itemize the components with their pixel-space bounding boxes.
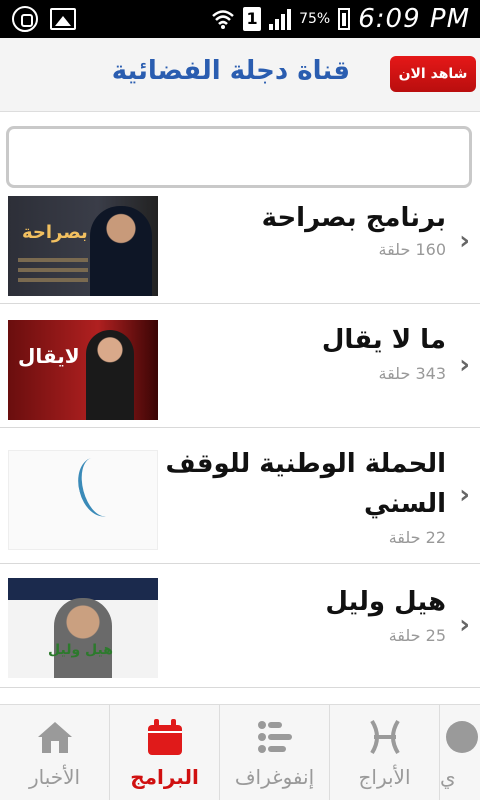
home-icon bbox=[37, 722, 72, 753]
list-icon bbox=[257, 721, 292, 753]
wifi-icon bbox=[212, 10, 234, 29]
chevron-right-icon: › bbox=[459, 350, 470, 380]
list-item[interactable]: ما لايقال ما لا يقال 343 حلقة › bbox=[0, 304, 480, 428]
bottom-tab-bar: الأخبار البرامج إنفوغراف الأبراج ي bbox=[0, 704, 480, 800]
program-title: برنامج بصراحة bbox=[261, 203, 446, 233]
pisces-icon bbox=[369, 719, 400, 755]
tab-news[interactable]: الأخبار bbox=[0, 705, 110, 800]
list-item[interactable]: هيل وليل هيل وليل 25 حلقة › bbox=[0, 564, 480, 688]
episode-count: 160 حلقة bbox=[378, 240, 447, 259]
tab-label: ي bbox=[440, 765, 456, 789]
program-title: هيل وليل bbox=[325, 587, 446, 617]
chevron-right-icon: › bbox=[459, 610, 470, 640]
episode-count: 25 حلقة bbox=[388, 626, 446, 645]
battery-icon bbox=[338, 8, 351, 30]
image-icon bbox=[50, 8, 76, 30]
thumbnail-text: هيل وليل bbox=[48, 642, 113, 658]
search-box bbox=[6, 126, 472, 188]
program-thumbnail: ما لايقال bbox=[8, 320, 158, 420]
list-item[interactable]: الحملة الوطنية للوقف السني 22 حلقة › bbox=[0, 428, 480, 564]
signal-icon bbox=[269, 8, 292, 30]
tab-label: البرامج bbox=[130, 765, 199, 789]
search-input[interactable] bbox=[6, 126, 472, 188]
whatsapp-icon bbox=[12, 6, 38, 32]
sim-indicator: 1 bbox=[243, 7, 262, 31]
tab-label: إنفوغراف bbox=[234, 765, 315, 789]
app-title: قناة دجلة الفضائية bbox=[111, 56, 350, 86]
program-list: بصراحة برنامج بصراحة 160 حلقة › ما لايقا… bbox=[0, 192, 480, 688]
tab-label: الأخبار bbox=[28, 765, 81, 789]
tab-more[interactable]: ي bbox=[440, 705, 480, 800]
battery-percent: 75% bbox=[299, 11, 331, 27]
list-item[interactable]: بصراحة برنامج بصراحة 160 حلقة › bbox=[0, 192, 480, 304]
chevron-right-icon: › bbox=[459, 480, 470, 510]
more-icon bbox=[446, 721, 478, 753]
episode-count: 22 حلقة bbox=[388, 528, 446, 547]
program-thumbnail: هيل وليل bbox=[8, 578, 158, 678]
program-thumbnail bbox=[8, 450, 158, 550]
app-header: شاهد الان قناة دجلة الفضائية bbox=[0, 38, 480, 112]
clock: 6:09 PM bbox=[358, 4, 470, 34]
chevron-right-icon: › bbox=[459, 226, 470, 256]
program-title: الحملة الوطنية للوقف السني bbox=[165, 449, 446, 519]
tab-programs[interactable]: البرامج bbox=[110, 705, 220, 800]
thumbnail-text: بصراحة bbox=[22, 222, 88, 243]
tab-infograph[interactable]: إنفوغراف bbox=[220, 705, 330, 800]
calendar-icon bbox=[147, 719, 182, 755]
tab-label: الأبراج bbox=[358, 765, 411, 789]
episode-count: 343 حلقة bbox=[378, 364, 447, 383]
tab-horoscopes[interactable]: الأبراج bbox=[330, 705, 440, 800]
program-title: ما لا يقال bbox=[321, 325, 446, 355]
status-bar: 1 75% 6:09 PM bbox=[0, 0, 480, 38]
program-thumbnail: بصراحة bbox=[8, 196, 158, 296]
watch-now-button[interactable]: شاهد الان bbox=[390, 56, 476, 92]
